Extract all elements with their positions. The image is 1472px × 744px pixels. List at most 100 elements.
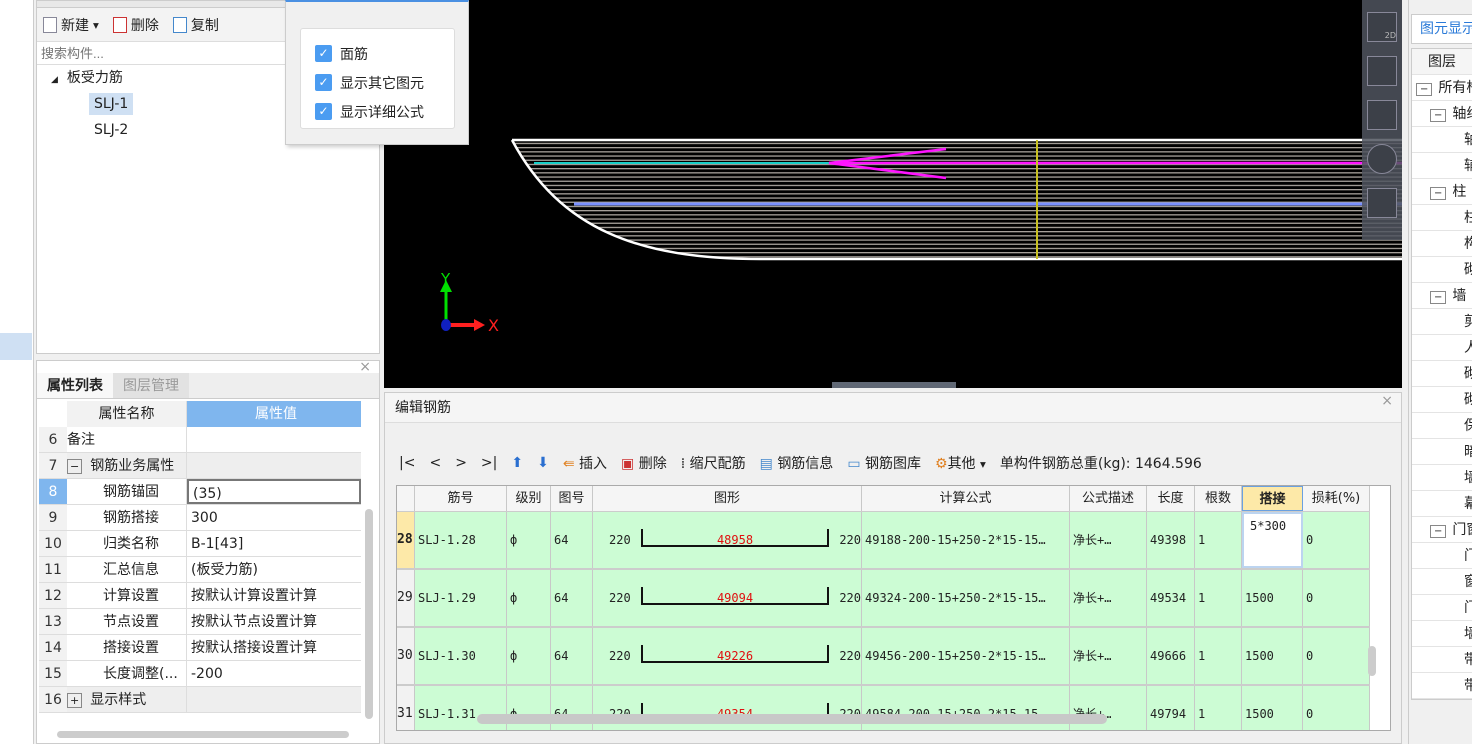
view-3d-cube-icon[interactable] [1367,56,1397,86]
cell-n[interactable]: 29 [397,570,415,626]
cell-desc[interactable]: 净长+… [1070,570,1147,626]
close-icon[interactable]: × [359,359,371,375]
rotate-icon[interactable] [1367,144,1397,174]
cell-n[interactable]: 30 [397,628,415,684]
horizontal-scrollbar[interactable] [57,731,349,738]
layer-tree-item[interactable]: −轴线 [1412,101,1472,127]
delete-button[interactable]: ▣ 删除 [621,453,667,473]
checkbox-show-detailed-formula[interactable]: ✓ 显示详细公式 [315,97,454,126]
layer-tree-item[interactable]: 砌 [1412,361,1472,387]
table-row[interactable]: 29 SLJ-1.29 ф 64 220 49094 220 49324-200-15+250… [397,570,1370,628]
cell-count[interactable]: 1 [1195,570,1242,626]
layer-tree-item[interactable]: 砌 [1412,387,1472,413]
rebar-shape-cell[interactable]: 220 49354 220 [593,686,862,730]
property-value[interactable]: 按默认搭接设置计算 [187,635,361,660]
cell-n[interactable]: 31 [397,686,415,730]
cell-fig[interactable]: 64 [551,628,593,684]
cell-len[interactable]: 49794 [1147,686,1195,730]
table-row[interactable]: 28 SLJ-1.28 ф 64 220 48958 220 49188-200-15+250… [397,512,1370,570]
cell-id[interactable]: SLJ-1.29 [415,570,507,626]
cell-count[interactable]: 1 [1195,686,1242,730]
layer-tree-item[interactable]: 带 [1412,673,1472,699]
table-row[interactable]: 30 SLJ-1.30 ф 64 220 49226 220 49456-200-15+250… [397,628,1370,686]
tab-element-display[interactable]: 图元显示 [1411,14,1472,44]
layer-tree-item[interactable]: 带 [1412,647,1472,673]
cell-fig[interactable]: 64 [551,570,593,626]
property-value[interactable] [187,427,361,452]
rebar-shape-cell[interactable]: 220 48958 220 [593,512,862,568]
layer-tree-item[interactable]: −门窗 [1412,517,1472,543]
first-record-button[interactable]: |< [399,455,415,471]
property-row[interactable]: 8 钢筋锚固 (35) [39,479,361,505]
layout-icon[interactable] [1367,188,1397,218]
tab-layer-management[interactable]: 图层管理 [113,373,189,398]
cell-n[interactable]: 28 [397,512,415,568]
property-row[interactable]: 10 归类名称 B-1[43] [39,531,361,557]
property-row[interactable]: 11 汇总信息 (板受力筋) [39,557,361,583]
property-row[interactable]: 16 + 显示样式 [39,687,361,713]
column-header[interactable]: 公式描述 [1070,486,1147,511]
layer-tree-item[interactable]: 幕 [1412,491,1472,517]
property-value[interactable]: -200 [187,661,361,686]
property-row[interactable]: 9 钢筋搭接 300 [39,505,361,531]
cell-grade[interactable]: ф [507,628,551,684]
layer-tree-item[interactable]: − 柱 [1412,179,1472,205]
property-row[interactable]: 13 节点设置 按默认节点设置计算 [39,609,361,635]
expand-triangle-icon[interactable]: ◢ [51,75,58,85]
checkbox-show-other-elements[interactable]: ✓ 显示其它图元 [315,68,454,97]
cell-loss[interactable]: 0 [1303,628,1370,684]
collapse-icon[interactable]: − [1430,291,1447,304]
rebar-shape-cell[interactable]: 220 49226 220 [593,628,862,684]
property-value[interactable]: 按默认节点设置计算 [187,609,361,634]
view-solid-cube-icon[interactable] [1367,100,1397,130]
cell-grade[interactable]: ф [507,570,551,626]
close-icon[interactable]: × [1381,393,1393,409]
cell-desc[interactable]: 净长+… [1070,628,1147,684]
cell-formula[interactable]: 49584-200-15+250-2*15-15… [862,686,1070,730]
cell-count[interactable]: 1 [1195,628,1242,684]
cell-formula[interactable]: 49456-200-15+250-2*15-15… [862,628,1070,684]
left-nav-selected-item[interactable] [0,333,32,360]
cell-grade[interactable]: ф [507,512,551,568]
collapse-icon[interactable]: − [1430,525,1447,538]
cell-id[interactable]: SLJ-1.31 [415,686,507,730]
layer-tree-item[interactable]: 墙 [1412,465,1472,491]
cell-len[interactable]: 49534 [1147,570,1195,626]
cell-count[interactable]: 1 [1195,512,1242,568]
viewport-splitter-handle[interactable] [832,382,956,388]
cell-len[interactable]: 49666 [1147,628,1195,684]
column-header[interactable]: 计算公式 [862,486,1070,511]
cell-lap[interactable]: 1500 [1242,628,1303,684]
layer-tree-item[interactable]: 窗 [1412,569,1472,595]
property-value[interactable]: (35) [187,479,361,504]
move-down-icon[interactable]: ⬇ [537,455,549,471]
scale-rebar-button[interactable]: ⁞ 缩尺配筋 [681,453,746,473]
layer-tree-item[interactable]: − 墙 [1412,283,1472,309]
chevron-down-icon[interactable]: ▾ [93,18,99,32]
layer-tree-item[interactable]: 剪 [1412,309,1472,335]
table-row[interactable]: 31SLJ-1.31ф642204935422049584-200-15+250… [397,686,1370,730]
property-value[interactable]: B-1[43] [187,531,361,556]
vertical-scrollbar[interactable] [1368,646,1376,676]
property-row[interactable]: 12 计算设置 按默认计算设置计算 [39,583,361,609]
cell-loss[interactable]: 0 [1303,686,1370,730]
rebar-library-button[interactable]: ▭ 钢筋图库 [847,453,921,473]
layer-tree-item[interactable]: 人 [1412,335,1472,361]
column-header[interactable]: 根数 [1195,486,1242,511]
column-header[interactable]: 长度 [1147,486,1195,511]
cell-id[interactable]: SLJ-1.28 [415,512,507,568]
column-header[interactable]: 损耗(%) [1303,486,1370,511]
column-header[interactable]: 图号 [551,486,593,511]
lap-input[interactable]: 5*300 [1242,512,1303,568]
rebar-shape-cell[interactable]: 220 49094 220 [593,570,862,626]
cell-desc[interactable]: 净长+… [1070,686,1147,730]
cell-loss[interactable]: 0 [1303,570,1370,626]
layer-tree-item[interactable]: 柱 [1412,205,1472,231]
insert-button[interactable]: ⇚ 插入 [563,453,607,473]
property-row[interactable]: 14 搭接设置 按默认搭接设置计算 [39,635,361,661]
property-row[interactable]: 7− 钢筋业务属性 [39,453,361,479]
delete-button[interactable]: 删除 [112,15,159,35]
other-button[interactable]: ⚙其他 ▾ [935,453,986,473]
property-value[interactable]: 300 [187,505,361,530]
last-record-button[interactable]: >| [481,455,497,471]
